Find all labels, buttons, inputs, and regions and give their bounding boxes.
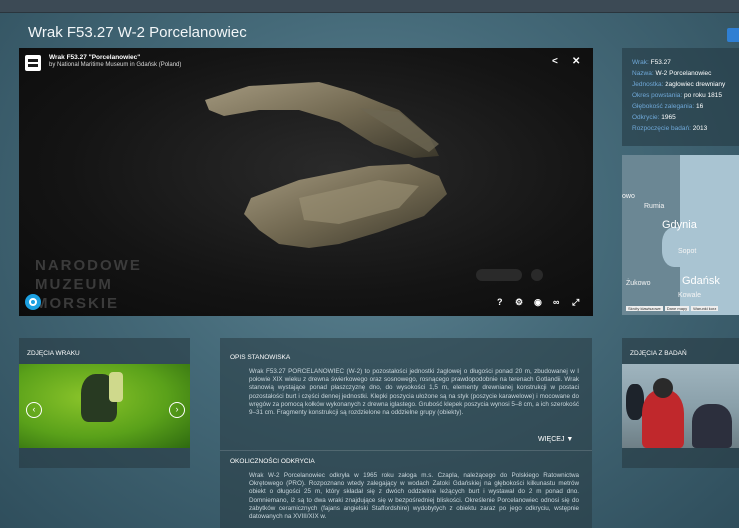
close-icon[interactable]: ✕ [572, 56, 580, 67]
research-photos-panel: ZDJĘCIA Z BADAŃ [622, 338, 739, 468]
map-label-gdynia: Gdynia [662, 219, 697, 231]
inspector-icon[interactable]: ◉ [534, 297, 542, 308]
info-row: Rozpoczęcie badań: 2013 [632, 125, 708, 132]
map-label: Sopot [678, 248, 697, 255]
map-label: Kowale [678, 292, 701, 299]
model-title[interactable]: Wrak F53.27 "Porcelanowiec" [49, 54, 140, 61]
watermark-line: MUZEUM [35, 276, 113, 293]
map-label: Rumia [644, 203, 665, 210]
page-title: Wrak F53.27 W-2 Porcelanowiec [28, 24, 247, 41]
description-text: Wrak F53.27 PORCELANOWIEC (W-2) to pozos… [249, 368, 579, 417]
sketchfab-logo[interactable] [25, 55, 41, 71]
info-row: Odkrycie: 1965 [632, 114, 676, 121]
animation-toggle[interactable] [531, 269, 543, 281]
fullscreen-icon[interactable]: ⤢ [572, 297, 579, 308]
diver-red-suit-shape [642, 378, 684, 448]
model-viewer[interactable]: Wrak F53.27 "Porcelanowiec" by National … [19, 48, 593, 316]
next-arrow-icon[interactable]: › [169, 402, 185, 418]
animation-control[interactable] [476, 269, 522, 281]
model-author[interactable]: by National Maritime Museum in Gdańsk (P… [49, 62, 181, 68]
map-label: owo [622, 193, 635, 200]
menu-button[interactable] [727, 28, 739, 42]
info-row: Głębokość zalegania: 16 [632, 103, 704, 110]
more-button[interactable]: WIĘCEJ ▼ [538, 436, 573, 443]
info-row: Wrak: F53.27 [632, 59, 671, 66]
map-label-gdansk: Gdańsk [682, 275, 720, 287]
map-label: Żukowo [626, 280, 651, 287]
info-row: Jednostka: żaglowiec drewniany [632, 81, 726, 88]
settings-icon[interactable]: ⚙ [515, 297, 523, 308]
diver-dark-suit-shape [692, 404, 732, 448]
wreck-info-box: Wrak: F53.27 Nazwa: W-2 Porcelanowiec Je… [622, 48, 739, 146]
location-map[interactable]: owo Rumia Gdynia Sopot Żukowo Gdańsk Kow… [622, 155, 739, 315]
share-icon[interactable]: < [552, 56, 558, 67]
section-title-discovery: OKOLICZNOŚCI ODKRYCIA [230, 458, 315, 465]
map-bay [662, 227, 692, 267]
section-title-description: OPIS STANOWISKA [230, 354, 291, 361]
vr-icon[interactable]: ∞ [553, 297, 559, 307]
sketchfab-icon[interactable] [25, 294, 41, 310]
description-panel: OPIS STANOWISKA Wrak F53.27 PORCELANOWIE… [220, 338, 592, 528]
diver-tank-shape [109, 372, 123, 402]
panel-title: ZDJĘCIA WRAKU [27, 350, 80, 357]
map-footer[interactable]: Skróty klawiszowe Dane mapy Warunki korz [626, 306, 720, 311]
wreck-photos-panel: ZDJĘCIA WRAKU ‹ › [19, 338, 190, 468]
prev-arrow-icon[interactable]: ‹ [26, 402, 42, 418]
top-bar [0, 0, 739, 13]
divider [220, 450, 592, 451]
watermark-line: NARODOWE [35, 257, 142, 274]
research-photo[interactable] [622, 364, 739, 448]
watermark-line: MORSKIE [35, 295, 120, 312]
discovery-text: Wrak W-2 Porcelanowiec odkryła w 1965 ro… [249, 472, 579, 521]
info-row: Okres powstania: po roku 1815 [632, 92, 722, 99]
help-icon[interactable]: ? [497, 297, 503, 307]
info-row: Nazwa: W-2 Porcelanowiec [632, 70, 712, 77]
wreck-photo[interactable]: ‹ › [19, 364, 190, 448]
panel-title: ZDJĘCIA Z BADAŃ [630, 350, 687, 357]
